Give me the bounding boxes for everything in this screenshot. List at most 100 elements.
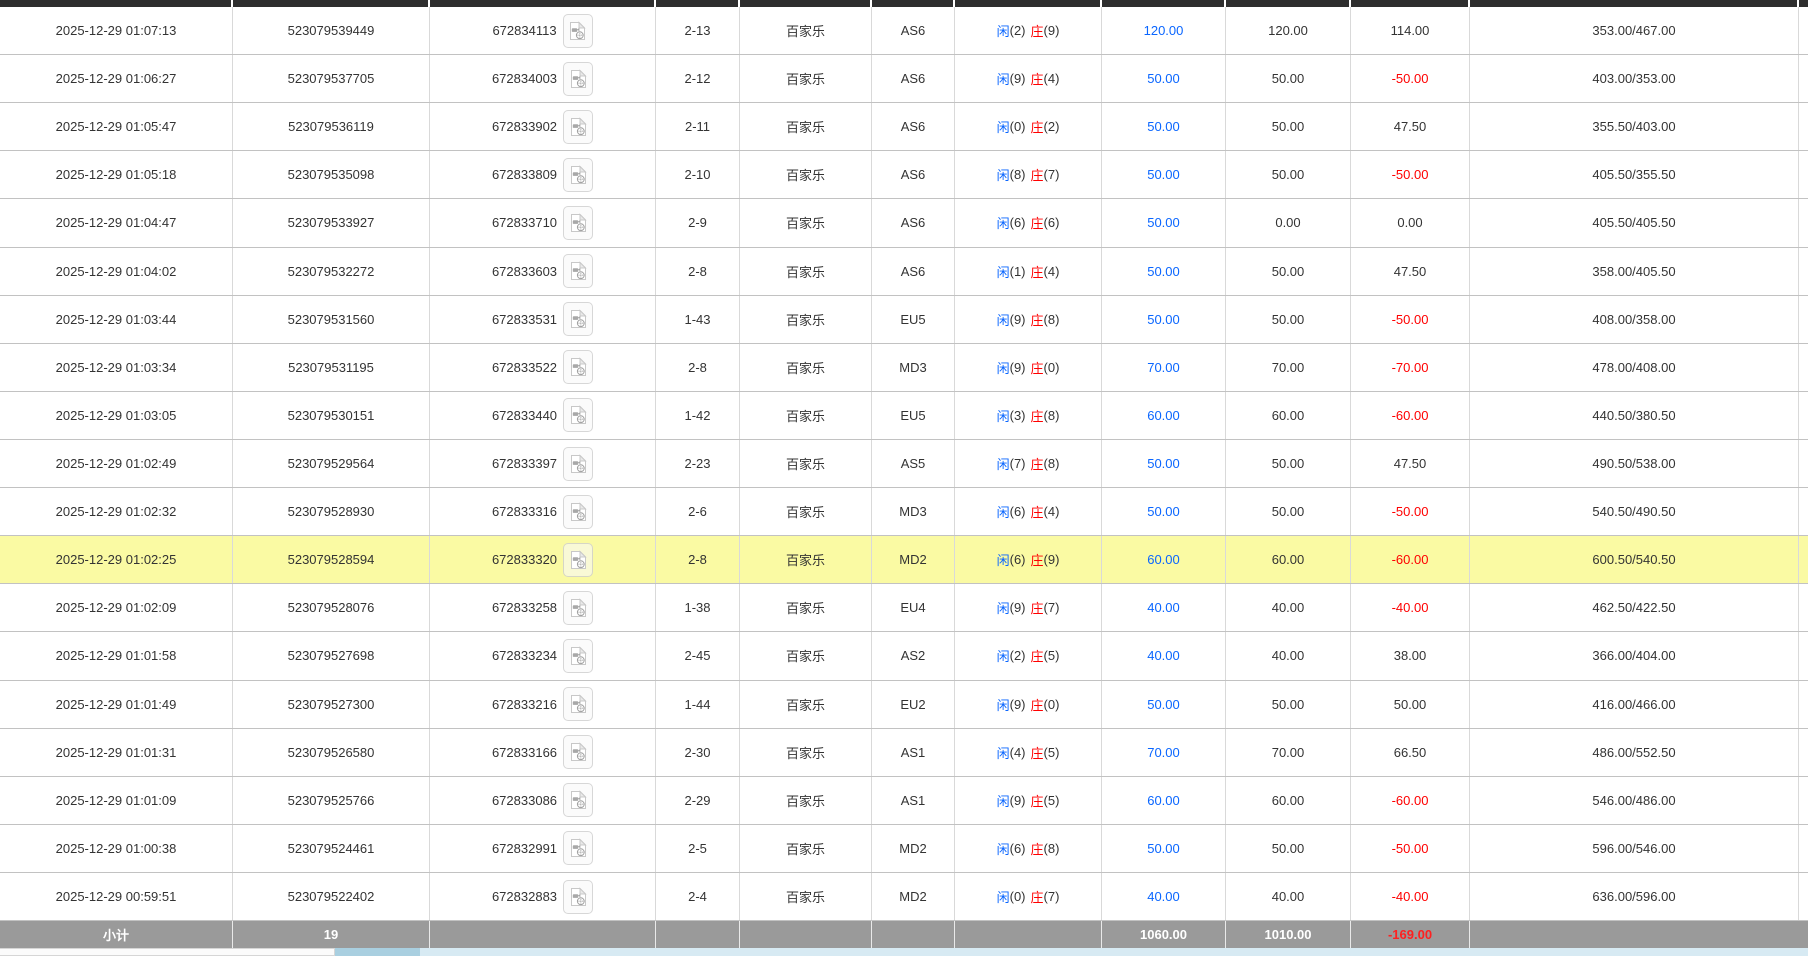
cell-game-id: 672833397 [430, 439, 656, 488]
table-row[interactable]: 2025-12-29 01:02:25 523079528594 672833320… [0, 536, 1808, 585]
table-row[interactable]: 2025-12-29 01:01:49 523079527300 672833216… [0, 680, 1808, 729]
video-replay-button[interactable] [563, 302, 594, 337]
video-replay-button[interactable] [563, 590, 594, 625]
table-row[interactable]: 2025-12-29 01:02:32 523079528930 672833316… [0, 488, 1808, 537]
bet-amount-link[interactable]: 70.00 [1147, 745, 1180, 760]
hscroll-track[interactable] [420, 948, 1808, 956]
bet-amount-link[interactable]: 60.00 [1147, 552, 1180, 567]
bet-amount-link[interactable]: 50.00 [1147, 312, 1180, 327]
player-label: 闲 [996, 24, 1010, 40]
banker-points: (7) [1043, 167, 1060, 183]
subtotal-label: 小计 [0, 921, 233, 948]
cell-time: 2025-12-29 01:02:09 [0, 584, 233, 632]
bet-amount-link[interactable]: 50.00 [1147, 697, 1180, 712]
cell-balance: 440.50/380.50 [1470, 391, 1799, 439]
game-id-text: 672833234 [491, 648, 558, 664]
table-row[interactable]: 2025-12-29 00:59:51 523079522402 672832883… [0, 872, 1808, 922]
cell-game-id: 672833166 [430, 728, 656, 776]
video-replay-button[interactable] [563, 398, 594, 433]
bet-amount-link[interactable]: 70.00 [1147, 360, 1180, 375]
video-replay-button[interactable] [563, 687, 594, 722]
bet-amount-link[interactable]: 40.00 [1147, 600, 1180, 615]
video-replay-icon [570, 790, 587, 810]
video-replay-button[interactable] [563, 61, 594, 96]
cell-time: 2025-12-29 01:04:02 [0, 247, 233, 295]
video-replay-button[interactable] [563, 254, 594, 289]
video-replay-button[interactable] [563, 350, 594, 385]
table-row[interactable]: 2025-12-29 01:03:34 523079531195 672833522… [0, 343, 1808, 392]
table-row[interactable]: 2025-12-29 01:03:44 523079531560 672833531… [0, 295, 1808, 344]
cell-time: 2025-12-29 01:03:05 [0, 391, 233, 439]
cell-valid-amount: 60.00 [1226, 391, 1351, 439]
cell-time: 2025-12-29 01:02:25 [0, 536, 233, 584]
video-replay-button[interactable] [563, 157, 594, 192]
cell-bet-id: 523079528076 [233, 584, 430, 632]
player-label: 闲 [996, 697, 1010, 713]
video-replay-button[interactable] [563, 831, 594, 866]
video-replay-button[interactable] [563, 542, 594, 577]
bet-amount-link[interactable]: 50.00 [1147, 264, 1180, 279]
cell-game-id: 672833234 [430, 632, 656, 680]
table-row[interactable]: 2025-12-29 01:04:47 523079533927 672833710… [0, 199, 1808, 248]
player-points: (3) [1009, 407, 1026, 423]
bet-amount-link[interactable]: 60.00 [1147, 793, 1180, 808]
bet-amount-link[interactable]: 50.00 [1147, 456, 1180, 471]
table-row[interactable]: 2025-12-29 01:03:05 523079530151 672833440… [0, 391, 1808, 440]
header-edge-segment [0, 0, 231, 7]
table-row[interactable]: 2025-12-29 01:00:38 523079524461 672832991… [0, 824, 1808, 873]
video-replay-button[interactable] [563, 109, 594, 144]
table-row[interactable]: 2025-12-29 01:01:09 523079525766 672833086… [0, 776, 1808, 825]
header-edge-segment [1351, 0, 1468, 7]
cell-time: 2025-12-29 01:05:47 [0, 103, 233, 151]
hscroll-thumb[interactable] [0, 948, 335, 956]
video-replay-button[interactable] [563, 205, 594, 240]
banker-points: (9) [1043, 552, 1060, 568]
table-row[interactable]: 2025-12-29 01:04:02 523079532272 672833603… [0, 247, 1808, 296]
bet-amount-link[interactable]: 50.00 [1147, 167, 1180, 182]
video-replay-button[interactable] [562, 13, 593, 48]
table-row[interactable]: 2025-12-29 01:07:13 523079539449 672834113… [0, 7, 1808, 56]
video-replay-button[interactable] [563, 879, 594, 914]
cell-bet-id: 523079529564 [233, 439, 430, 488]
table-row[interactable]: 2025-12-29 01:01:58 523079527698 672833234… [0, 632, 1808, 681]
bet-amount-link[interactable]: 40.00 [1147, 889, 1180, 904]
cell-round: 2-45 [656, 632, 740, 680]
subtotal-row: 小计 19 1060.00 1010.00 -169.00 [0, 921, 1808, 948]
bet-amount-link[interactable]: 50.00 [1147, 841, 1180, 856]
cell-right-gutter [1799, 584, 1808, 631]
bet-amount-link[interactable]: 50.00 [1147, 504, 1180, 519]
player-label: 闲 [996, 505, 1010, 521]
cell-valid-amount: 50.00 [1226, 103, 1351, 151]
cell-winloss: -40.00 [1351, 872, 1470, 921]
cell-bet-id: 523079535098 [233, 151, 430, 199]
video-replay-button[interactable] [563, 446, 594, 481]
bet-amount-link[interactable]: 50.00 [1147, 215, 1180, 230]
bet-amount-link[interactable]: 50.00 [1147, 119, 1180, 134]
bet-amount-link[interactable]: 120.00 [1144, 23, 1184, 38]
cell-round: 1-42 [656, 391, 740, 439]
bet-amount-link[interactable]: 40.00 [1147, 648, 1180, 663]
cell-bet-amount: 40.00 [1102, 584, 1226, 632]
cell-game-id: 672833710 [430, 199, 656, 247]
video-replay-button[interactable] [563, 494, 594, 529]
player-label: 闲 [996, 553, 1010, 569]
bet-amount-link[interactable]: 60.00 [1147, 408, 1180, 423]
subtotal-count: 19 [233, 921, 430, 948]
table-row[interactable]: 2025-12-29 01:02:49 523079529564 672833397… [0, 439, 1808, 489]
bet-amount-link[interactable]: 50.00 [1147, 71, 1180, 86]
video-replay-button[interactable] [563, 735, 594, 770]
cell-round: 1-38 [656, 584, 740, 632]
table-row[interactable]: 2025-12-29 01:05:47 523079536119 672833902… [0, 103, 1808, 152]
video-replay-button[interactable] [563, 783, 594, 818]
cell-balance: 540.50/490.50 [1470, 488, 1799, 536]
cell-result: 闲 (0) 庄 (7) [955, 872, 1102, 921]
cell-game-id: 672833086 [430, 776, 656, 824]
table-row[interactable]: 2025-12-29 01:02:09 523079528076 672833258… [0, 584, 1808, 633]
player-points: (1) [1009, 263, 1026, 279]
cell-game-id: 672832883 [430, 872, 656, 921]
video-replay-button[interactable] [563, 638, 594, 673]
table-row[interactable]: 2025-12-29 01:06:27 523079537705 672834003… [0, 55, 1808, 104]
table-row[interactable]: 2025-12-29 01:05:18 523079535098 672833809… [0, 151, 1808, 200]
table-row[interactable]: 2025-12-29 01:01:31 523079526580 672833166… [0, 728, 1808, 777]
game-id-text: 672833440 [491, 407, 558, 423]
